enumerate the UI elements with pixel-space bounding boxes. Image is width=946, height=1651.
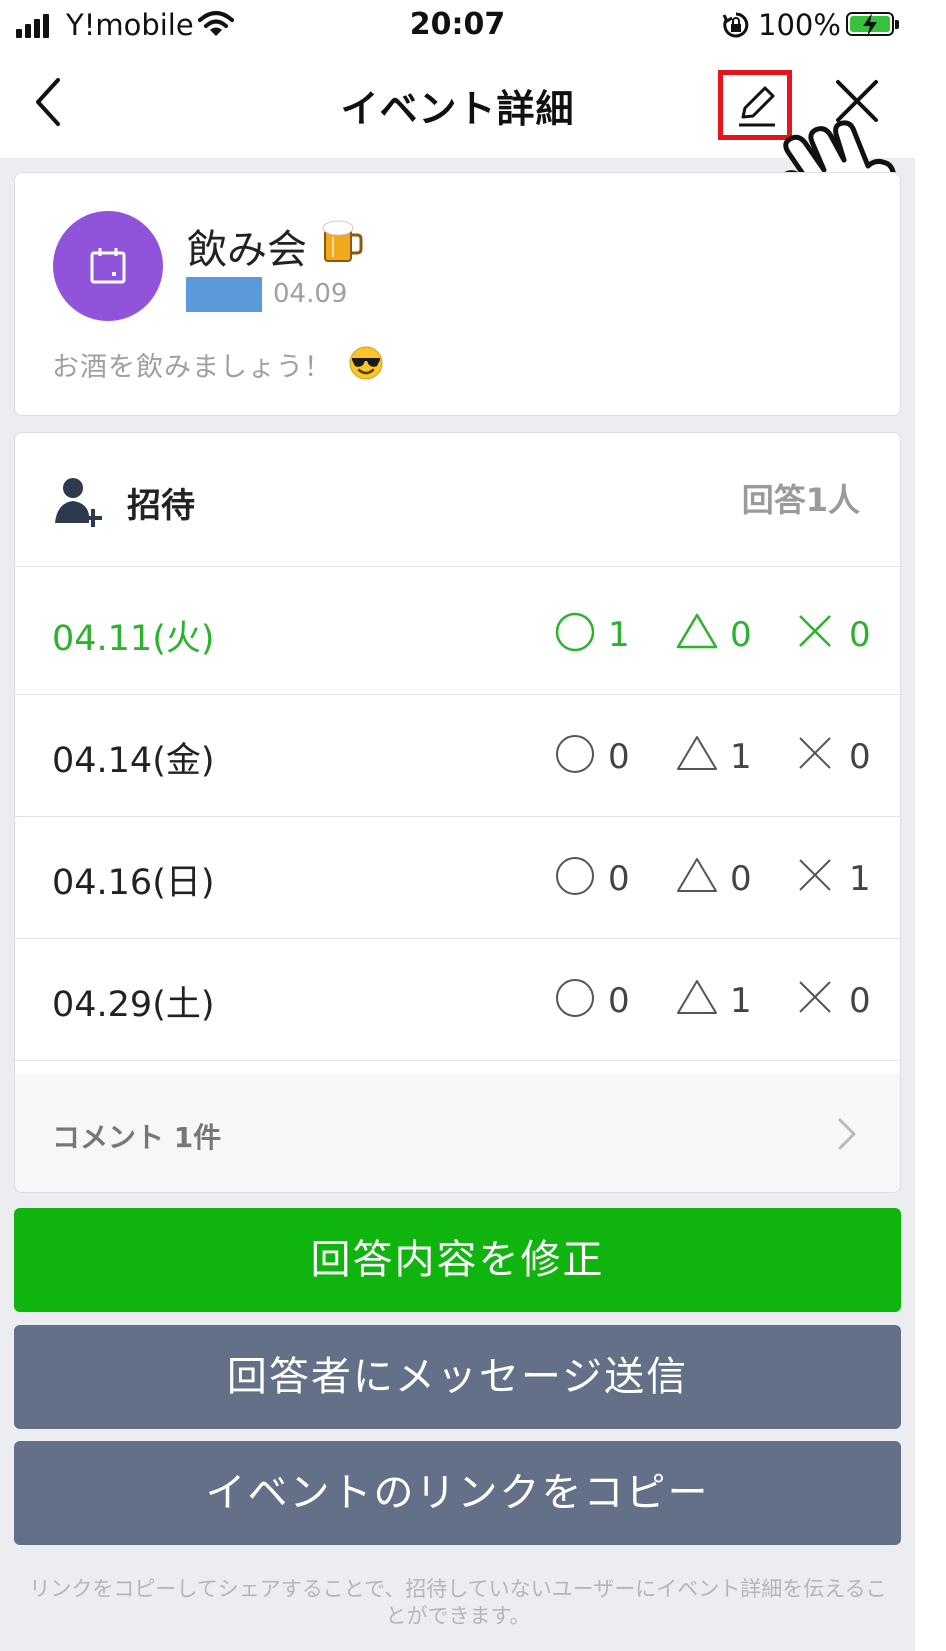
cross-icon [799,737,831,769]
add-person-icon [53,475,107,533]
date-row[interactable]: 04.16(日) 0 0 1 [15,811,900,939]
date-label: 04.14(金) [52,741,215,781]
cross-icon [799,981,831,1013]
maybe-count: 1 [730,737,752,777]
no-count: 0 [849,615,871,655]
invitation-label: 招待 [127,486,195,526]
beer-mug-icon [321,219,363,267]
circle-icon [556,735,594,773]
comments-link[interactable]: コメント 1件 [15,1074,900,1192]
invitation-card: 招待 回答1人 04.11(火) 1 0 0 04.14(金) 0 1 0 04… [14,432,901,1193]
edit-answer-button[interactable]: 回答内容を修正 [14,1208,901,1312]
triangle-icon [677,858,717,892]
maybe-count: 0 [730,859,752,899]
no-count: 0 [849,737,871,777]
triangle-icon [676,613,718,649]
yes-count: 0 [608,981,630,1021]
maybe-count: 1 [730,981,752,1021]
creator-name-redacted [186,277,262,312]
circle-icon [555,612,595,652]
cross-icon [799,859,831,891]
date-label: 04.11(火) [52,619,215,659]
sunglasses-face-icon [348,345,384,385]
no-count: 1 [849,859,871,899]
triangle-icon [677,736,717,770]
battery-icon [846,12,899,37]
battery-percentage: 100% [758,8,841,42]
event-card: 飲み会 04.09 お酒を飲みましょう！ [14,172,901,416]
invitation-header: 招待 回答1人 [15,433,900,567]
comments-label: コメント 1件 [52,1121,222,1154]
event-avatar [53,211,163,321]
yes-count: 0 [608,737,630,777]
date-label: 04.29(土) [52,985,215,1025]
copy-link-button[interactable]: イベントのリンクをコピー [14,1441,901,1545]
date-row[interactable]: 04.29(土) 0 1 0 [15,933,900,1061]
message-respondents-button[interactable]: 回答者にメッセージ送信 [14,1325,901,1429]
event-title: 飲み会 [187,227,307,273]
yes-count: 0 [608,859,630,899]
response-count: 回答1人 [741,481,860,519]
event-description: お酒を飲みましょう！ [52,352,332,383]
triangle-icon [677,980,717,1014]
date-row[interactable]: 04.14(金) 0 1 0 [15,689,900,817]
rotation-lock-icon [722,11,750,43]
share-footnote: リンクをコピーしてシェアすることで、招待していないユーザーにイベント詳細を伝える… [29,1577,887,1628]
cross-icon [799,615,831,647]
event-date: 04.09 [273,279,348,309]
calendar-icon [90,248,126,284]
chevron-right-icon [836,1116,860,1156]
status-bar: Y!mobile 20:07 100% [0,0,915,52]
circle-icon [556,857,594,895]
no-count: 0 [849,981,871,1021]
date-label: 04.16(日) [52,863,215,903]
date-row[interactable]: 04.11(火) 1 0 0 [15,567,900,695]
yes-count: 1 [608,615,630,655]
maybe-count: 0 [730,615,752,655]
circle-icon [556,979,594,1017]
